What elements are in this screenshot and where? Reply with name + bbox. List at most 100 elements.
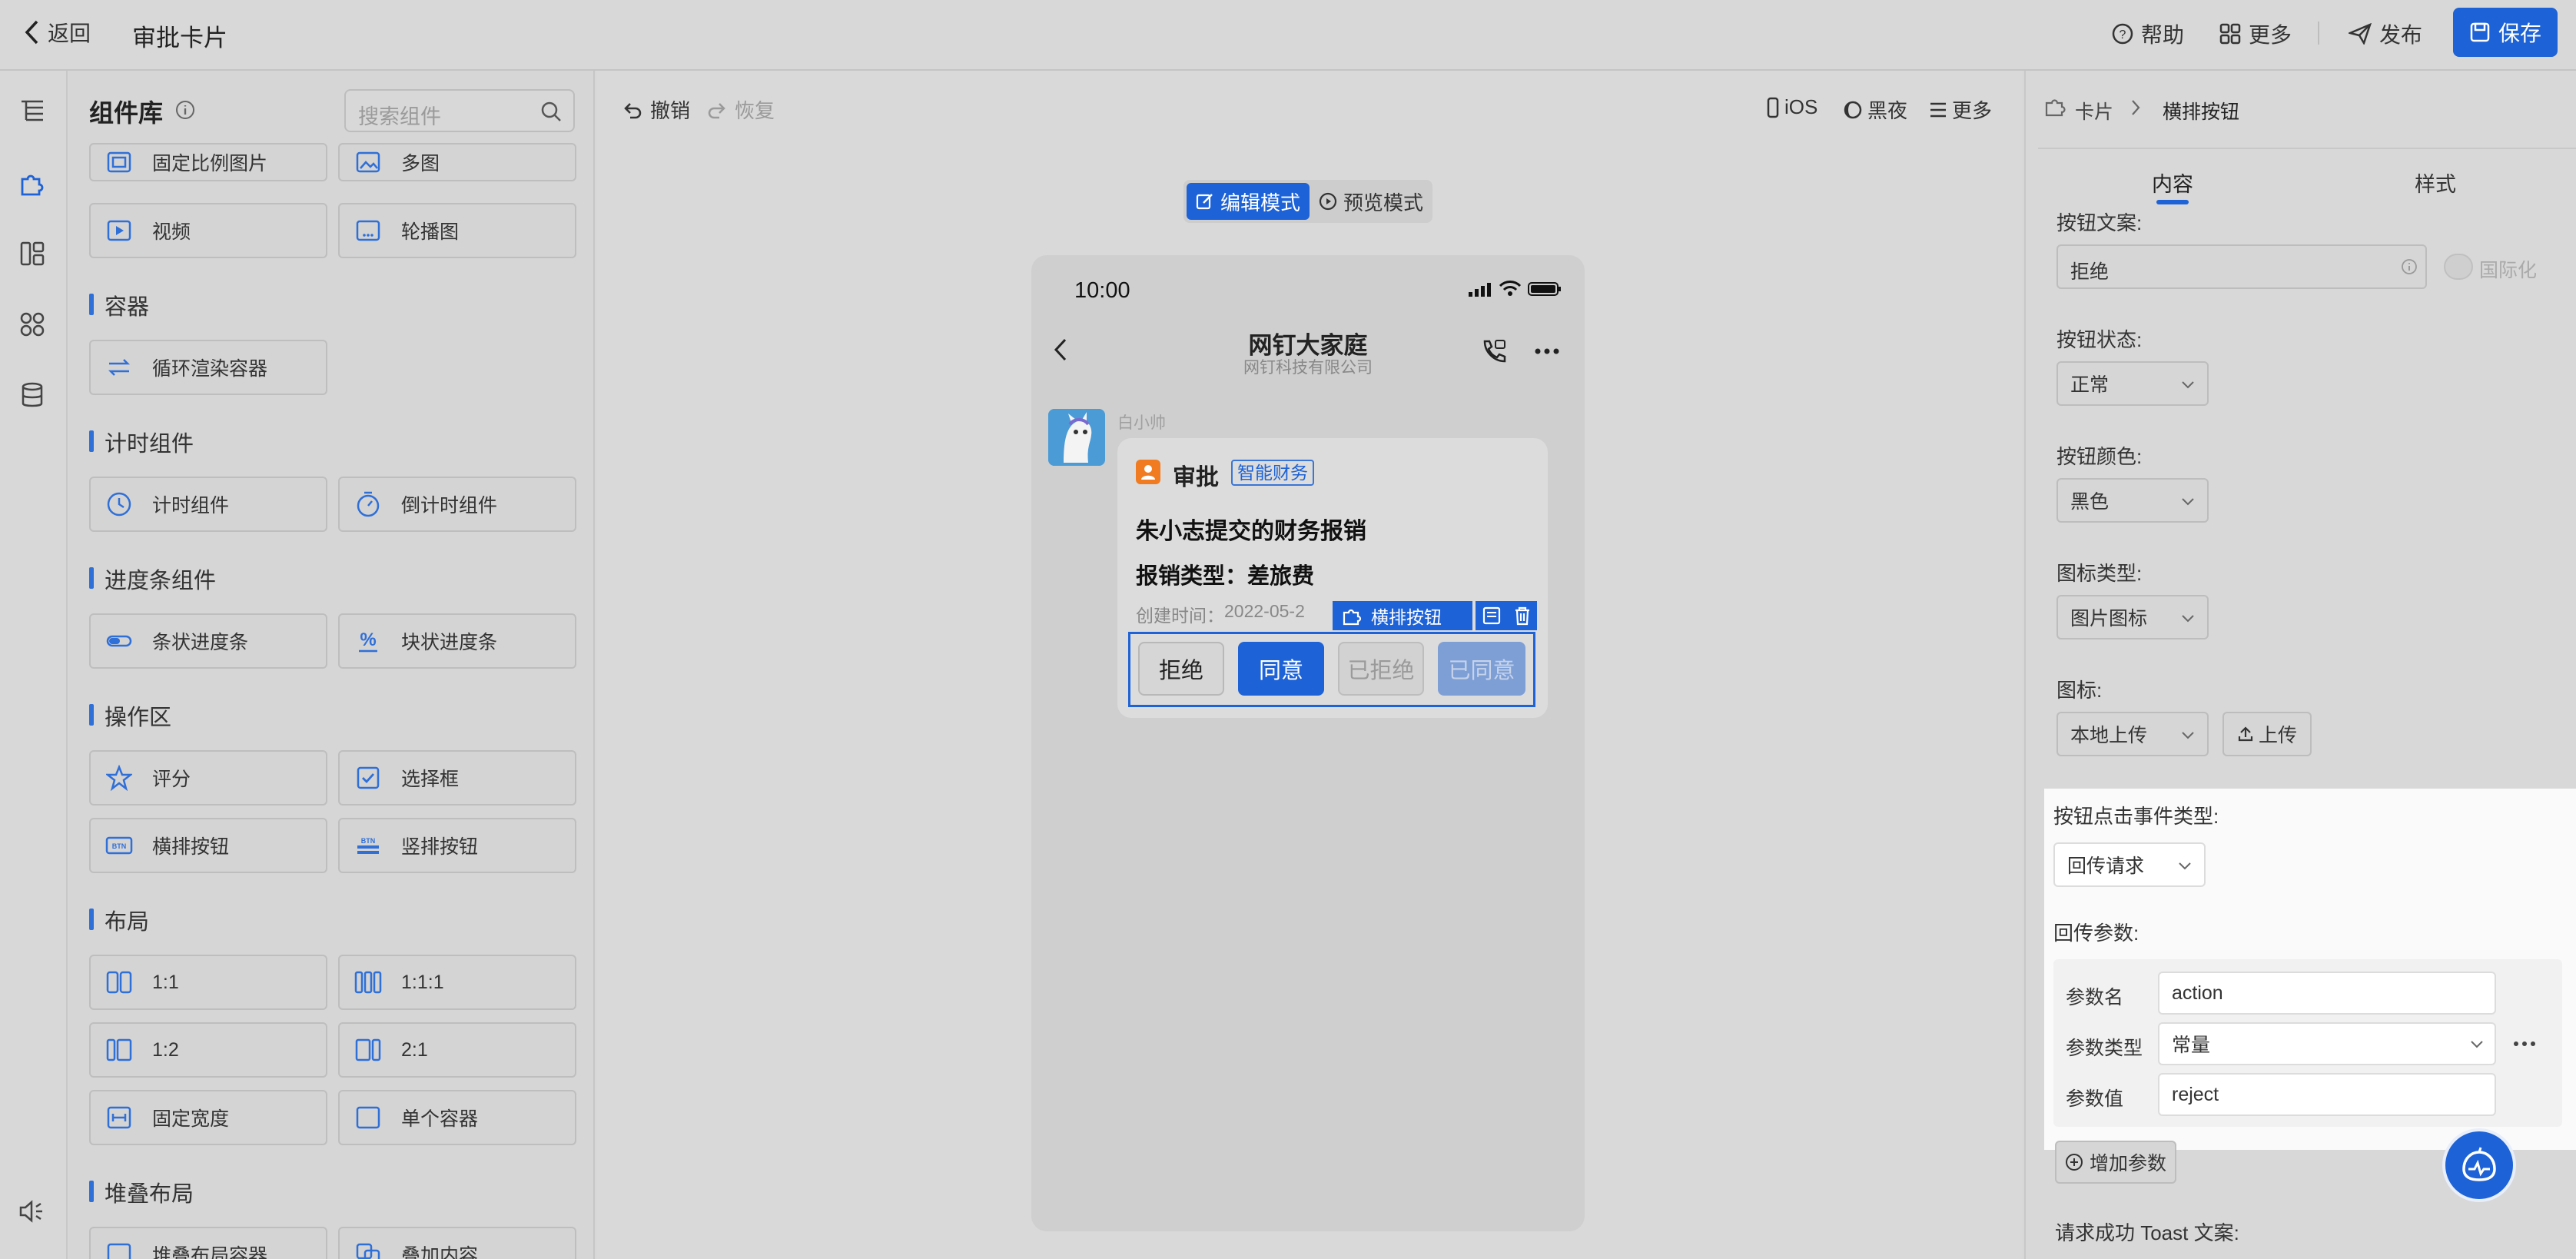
selection-actions (1476, 601, 1537, 630)
button-state-label: 按钮状态: (2056, 328, 2143, 351)
stack-layout-icon (103, 1238, 135, 1259)
component-item[interactable]: % 块状进度条 (338, 613, 576, 669)
icon-source-select[interactable]: 本地上传 (2056, 712, 2209, 756)
help-button[interactable]: ? 帮助 (2112, 18, 2184, 49)
component-item[interactable]: 计时组件 (89, 477, 327, 532)
assistant-fab[interactable] (2442, 1128, 2516, 1202)
avatar[interactable] (1048, 409, 1105, 466)
component-item[interactable]: 视频 (89, 203, 327, 258)
edit-mode-button[interactable]: 编辑模式 (1187, 183, 1310, 220)
back-button[interactable]: 返回 (23, 17, 91, 48)
param-type-value: 常量 (2172, 1035, 2211, 1056)
chevron-down-icon (2179, 493, 2196, 509)
preview-mode-button[interactable]: 预览模式 (1311, 183, 1431, 220)
phone-call-icon[interactable] (1480, 338, 1508, 364)
add-param-button[interactable]: 增加参数 (2055, 1141, 2176, 1184)
rejected-button[interactable]: 已拒绝 (1338, 642, 1424, 696)
more-dots-icon[interactable] (1534, 347, 1560, 355)
component-item[interactable]: 轮播图 (338, 203, 576, 258)
button-color-select[interactable]: 黑色 (2056, 478, 2209, 523)
reject-button[interactable]: 拒绝 (1138, 642, 1224, 696)
upload-button[interactable]: 上传 (2222, 712, 2312, 756)
component-item[interactable]: 1:2 (89, 1022, 327, 1078)
param-name-input[interactable]: action (2158, 972, 2496, 1015)
more-dots-icon[interactable] (2513, 1041, 2536, 1047)
button-text-input[interactable]: 拒绝 (2056, 244, 2427, 289)
selection-label: 横排按钮 (1371, 607, 1442, 627)
component-item[interactable]: 1:1:1 (338, 955, 576, 1010)
section-title: 操作区 (89, 699, 171, 732)
icon-type-value: 图片图标 (2070, 608, 2148, 630)
puzzle-icon (1342, 606, 1363, 626)
component-label: 评分 (152, 769, 191, 790)
library-title: 组件库 (89, 99, 164, 127)
component-item[interactable]: 堆叠布局容器 (89, 1227, 327, 1259)
component-item[interactable]: BTN 竖排按钮 (338, 818, 576, 873)
reimburse-type-row: 报销类型： 差旅费 (1136, 558, 1314, 590)
component-search-input[interactable]: 搜索组件 (344, 89, 575, 132)
component-item[interactable]: 单个容器 (338, 1090, 576, 1145)
agreed-button[interactable]: 已同意 (1438, 642, 1525, 696)
component-item[interactable]: BTN 横排按钮 (89, 818, 327, 873)
component-item[interactable]: 2:1 (338, 1022, 576, 1078)
redo-button[interactable]: 恢复 (707, 95, 775, 124)
component-item[interactable]: 固定比例图片 (89, 143, 327, 181)
icon-type-select[interactable]: 图片图标 (2056, 595, 2209, 639)
component-label: 1:2 (152, 1038, 179, 1061)
more-label: 更多 (1952, 99, 1993, 122)
param-value-input[interactable]: reject (2158, 1073, 2496, 1116)
reimburse-type-value: 差旅费 (1247, 564, 1315, 589)
component-label: 1:1:1 (401, 971, 444, 993)
horizontal-button-group[interactable]: 拒绝 同意 已拒绝 已同意 (1128, 632, 1535, 707)
component-label: 2:1 (401, 1038, 428, 1061)
approval-app-icon (1136, 460, 1160, 484)
dark-mode-toggle[interactable]: 黑夜 (1843, 95, 1907, 124)
ios-toggle[interactable]: iOS (1766, 95, 1817, 119)
copy-icon[interactable] (1482, 606, 1502, 626)
icon-source-value: 本地上传 (2070, 725, 2148, 746)
agree-button[interactable]: 同意 (1238, 642, 1324, 696)
feedback-icon[interactable] (15, 1194, 49, 1228)
component-item[interactable]: 固定宽度 (89, 1090, 327, 1145)
approval-tag: 智能财务 (1231, 460, 1314, 486)
info-icon[interactable] (175, 100, 195, 120)
battery-icon (1528, 281, 1562, 297)
breadcrumb-root[interactable]: 卡片 (2075, 97, 2113, 125)
param-type-select[interactable]: 常量 (2158, 1022, 2496, 1065)
component-item[interactable]: 选择框 (338, 750, 576, 806)
tab-style[interactable]: 样式 (2415, 168, 2456, 198)
undo-button[interactable]: 撤销 (622, 95, 690, 124)
component-item[interactable]: 多图 (338, 143, 576, 181)
puzzle-icon[interactable] (15, 166, 49, 200)
publish-button[interactable]: 发布 (2349, 18, 2422, 49)
chevron-right-icon (2130, 98, 2141, 117)
component-item[interactable]: 条状进度条 (89, 613, 327, 669)
created-time-value: 2022-05-2 (1224, 601, 1305, 621)
search-icon (539, 100, 563, 123)
params-label: 回传参数: (2053, 922, 2139, 945)
button-state-select[interactable]: 正常 (2056, 361, 2209, 406)
component-item[interactable]: 评分 (89, 750, 327, 806)
layout-icon[interactable] (15, 237, 49, 271)
trash-icon[interactable] (1513, 606, 1532, 626)
canvas-more-button[interactable]: 更多 (1929, 95, 1992, 124)
database-icon[interactable] (15, 378, 49, 412)
apps-icon[interactable] (15, 307, 49, 341)
i18n-switch[interactable] (2444, 254, 2473, 280)
more-menu-button[interactable]: 更多 (2219, 18, 2292, 49)
event-type-value: 回传请求 (2067, 855, 2145, 877)
component-item[interactable]: 循环渲染容器 (89, 340, 327, 395)
fixed-width-icon (103, 1101, 135, 1134)
plus-circle-icon (2065, 1153, 2083, 1171)
overlay-content-icon (352, 1238, 384, 1259)
component-label: 1:1 (152, 971, 179, 993)
multi-image-icon (352, 146, 384, 178)
outline-tree-icon[interactable] (15, 94, 49, 128)
component-item[interactable]: 1:1 (89, 955, 327, 1010)
tab-content[interactable]: 内容 (2152, 168, 2193, 198)
event-type-select[interactable]: 回传请求 (2053, 842, 2206, 887)
component-item[interactable]: 倒计时组件 (338, 477, 576, 532)
selection-label-tag[interactable]: 横排按钮 (1333, 601, 1472, 630)
component-item[interactable]: 叠加内容 (338, 1227, 576, 1259)
save-button[interactable]: 保存 (2453, 8, 2558, 57)
